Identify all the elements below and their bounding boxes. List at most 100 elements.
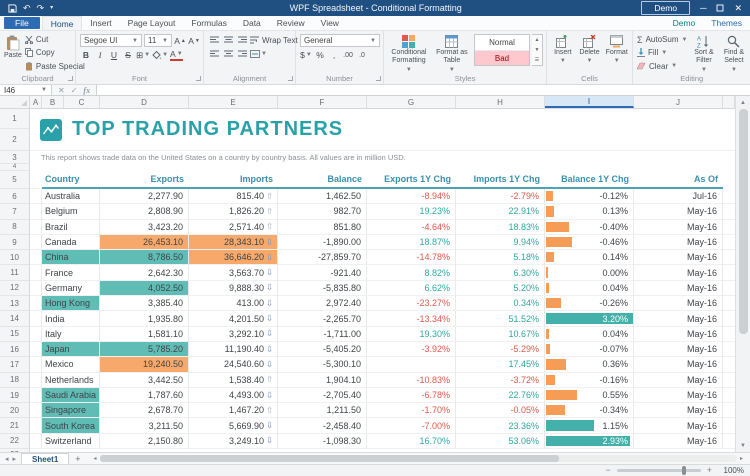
bold-button[interactable]: B (80, 49, 92, 61)
comma-style-button[interactable]: , (328, 49, 340, 61)
formula-input[interactable] (97, 85, 750, 95)
tab-formulas[interactable]: Formulas (183, 16, 234, 30)
file-tab[interactable]: File (4, 17, 40, 29)
cell-as-of[interactable]: May-16 (634, 342, 723, 357)
row-header[interactable]: 13 (0, 296, 30, 311)
cell-balance[interactable]: -921.40 (278, 265, 367, 280)
align-middle-icon[interactable] (222, 34, 234, 46)
cell-imports[interactable]: 1,538.40⇧ (189, 373, 278, 388)
undo-icon[interactable]: ↶ (23, 4, 31, 13)
cell-empty[interactable] (30, 327, 42, 342)
select-all-corner[interactable] (0, 96, 30, 108)
paste-button[interactable]: Paste (4, 34, 22, 72)
cell-balance-chg[interactable]: 2.93% (545, 434, 634, 449)
cell-exports-chg[interactable]: 6.62% (367, 281, 456, 296)
cell-balance-chg[interactable]: 0.04% (545, 327, 634, 342)
cell-imports[interactable]: 11,190.40⇩ (189, 342, 278, 357)
cell-empty[interactable] (30, 220, 42, 235)
cell-exports-chg[interactable]: -4.64% (367, 220, 456, 235)
header-country[interactable]: Country (42, 171, 100, 189)
cell-country[interactable]: Canada (42, 235, 100, 250)
cell-imports[interactable]: 36,646.20⇩ (189, 250, 278, 265)
cell-balance-chg[interactable]: -0.40% (545, 220, 634, 235)
cell-exports-chg[interactable]: -7.00% (367, 418, 456, 433)
cell-imports-chg[interactable]: -3.72% (456, 373, 545, 388)
vertical-scrollbar[interactable]: ▲ ▼ (735, 96, 750, 452)
cell-country[interactable]: France (42, 265, 100, 280)
cell-country[interactable]: India (42, 311, 100, 326)
zoom-out-icon[interactable]: − (605, 466, 610, 475)
sheet-nav-left-icon[interactable]: ◂ (5, 455, 9, 463)
cell-balance-chg[interactable]: 3.20% (545, 311, 634, 326)
cell-balance-chg[interactable]: 1.15% (545, 418, 634, 433)
cell-as-of[interactable]: May-16 (634, 434, 723, 449)
cell-exports-chg[interactable]: -8.94% (367, 189, 456, 204)
cell-exports[interactable]: 26,453.10 (100, 235, 189, 250)
row-header[interactable]: 15 (0, 327, 30, 342)
cell-balance-chg[interactable]: 0.00% (545, 265, 634, 280)
cell-imports[interactable]: 28,343.10⇩ (189, 235, 278, 250)
cell-exports-chg[interactable]: 19.23% (367, 204, 456, 219)
cell-empty[interactable] (30, 357, 42, 372)
cell-imports[interactable]: 3,292.10⇩ (189, 327, 278, 342)
increase-decimal-button[interactable]: .00 (342, 49, 354, 61)
cell-imports-chg[interactable]: -0.05% (456, 403, 545, 418)
column-header-H[interactable]: H (456, 96, 545, 108)
cell-balance[interactable]: 851.80 (278, 220, 367, 235)
cell-imports[interactable]: 2,571.40⇧ (189, 220, 278, 235)
cell-exports-chg[interactable]: 16.70% (367, 434, 456, 449)
cell-as-of[interactable]: May-16 (634, 281, 723, 296)
cell-balance[interactable]: 1,462.50 (278, 189, 367, 204)
report-note-cell[interactable]: This report shows trade data on the Unit… (30, 151, 735, 164)
cell-exports-chg[interactable]: -1.70% (367, 403, 456, 418)
italic-button[interactable]: I (94, 49, 106, 61)
column-header-D[interactable]: D (100, 96, 189, 108)
row-header[interactable]: 12 (0, 281, 30, 296)
gallery-up-icon[interactable]: ▲ (532, 35, 542, 45)
borders-button[interactable]: ⊞▼ (136, 49, 150, 61)
cell-as-of[interactable]: May-16 (634, 418, 723, 433)
add-sheet-button[interactable]: + (69, 453, 86, 464)
redo-icon[interactable]: ↷ (37, 4, 45, 13)
font-dialog-launcher-icon[interactable] (196, 76, 201, 81)
cell-imports[interactable]: 4,493.00⇩ (189, 388, 278, 403)
row-header[interactable]: 10 (0, 250, 30, 265)
cell-empty[interactable] (723, 434, 735, 449)
gallery-down-icon[interactable]: ▼ (532, 45, 542, 55)
cell-balance-chg[interactable]: 0.04% (545, 281, 634, 296)
cell-empty[interactable] (723, 418, 735, 433)
cell-country[interactable]: Brazil (42, 220, 100, 235)
cell-empty[interactable] (30, 250, 42, 265)
column-header-J[interactable]: J (634, 96, 723, 108)
cell-empty[interactable] (723, 189, 735, 204)
cell-as-of[interactable]: May-16 (634, 250, 723, 265)
cell-balance[interactable]: -2,265.70 (278, 311, 367, 326)
cell-exports-chg[interactable]: -14.78% (367, 250, 456, 265)
column-header-C[interactable]: C (64, 96, 100, 108)
cell-imports-chg[interactable]: 22.91% (456, 204, 545, 219)
tab-view[interactable]: View (313, 16, 347, 30)
cell-empty[interactable] (30, 296, 42, 311)
cell-as-of[interactable]: May-16 (634, 204, 723, 219)
cell-imports-chg[interactable]: 5.20% (456, 281, 545, 296)
cell-imports[interactable]: 24,540.60⇩ (189, 357, 278, 372)
cell-imports-chg[interactable]: 10.67% (456, 327, 545, 342)
cell-country[interactable]: Mexico (42, 357, 100, 372)
row-header[interactable]: 5 (0, 171, 30, 189)
cell-imports[interactable]: 815.40⇧ (189, 189, 278, 204)
align-center-icon[interactable] (222, 48, 234, 60)
cell-empty[interactable] (30, 311, 42, 326)
cell-balance[interactable]: -5,300.10 (278, 357, 367, 372)
cell-exports[interactable]: 1,581.10 (100, 327, 189, 342)
font-color-button[interactable]: A▼ (170, 50, 183, 61)
header-exports-chg[interactable]: Exports 1Y Chg (367, 171, 456, 189)
cell-exports[interactable]: 19,240.50 (100, 357, 189, 372)
row-header[interactable]: 4 (0, 164, 30, 171)
cell-as-of[interactable]: May-16 (634, 220, 723, 235)
report-title-cell[interactable]: TOP TRADING PARTNERS (30, 109, 735, 150)
row-header[interactable]: 1 (0, 109, 30, 129)
font-size-combo[interactable]: 11▼ (144, 34, 172, 47)
cell-country[interactable]: Singapore (42, 403, 100, 418)
font-name-combo[interactable]: Segoe UI▼ (80, 34, 142, 47)
row-header[interactable]: 19 (0, 388, 30, 403)
